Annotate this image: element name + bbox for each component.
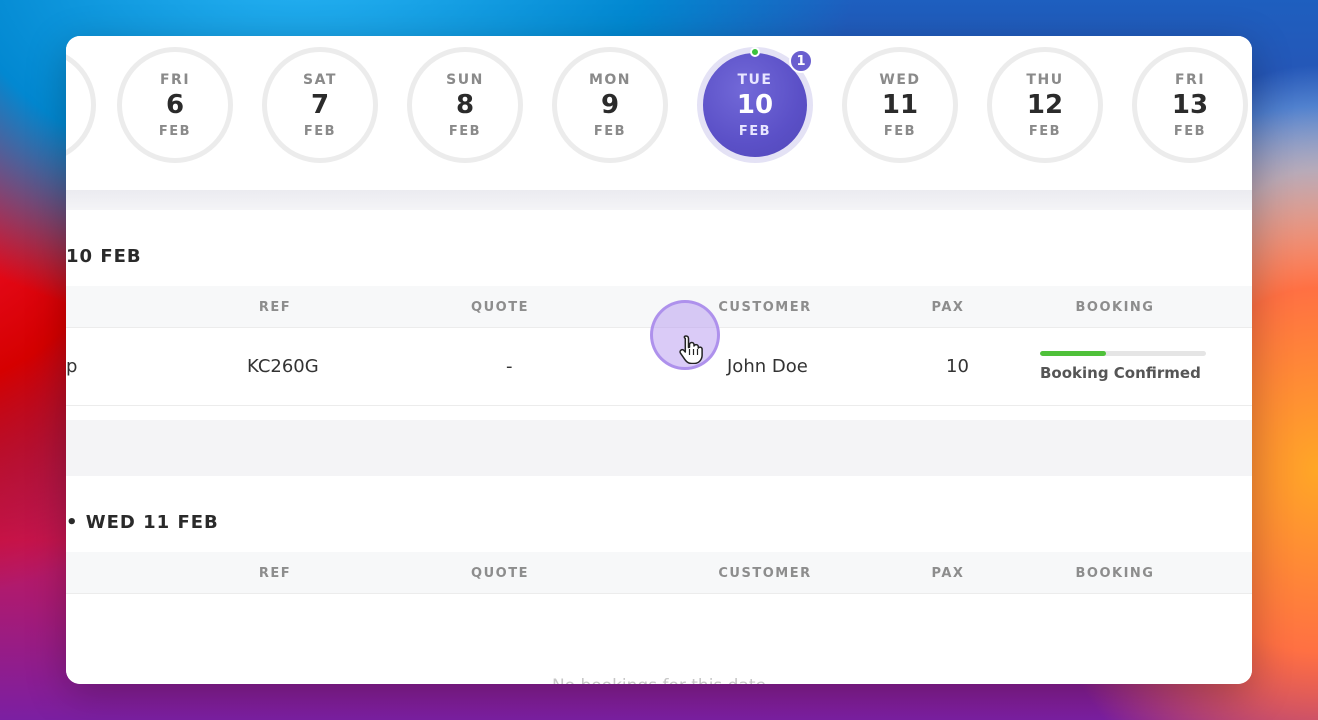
col-customer[interactable]: CUSTOMER [718, 566, 811, 581]
col-booking[interactable]: BOOKING [1076, 300, 1155, 315]
has-booking-dot [750, 47, 760, 57]
date-dow: WED [879, 71, 921, 88]
date-dow: TUE [737, 71, 773, 88]
date-sun-8[interactable]: SUN 8 FEB [407, 47, 523, 163]
date-mon-9[interactable]: MON 9 FEB [552, 47, 668, 163]
col-ref[interactable]: REF [259, 566, 291, 581]
section-title: 10 FEB [66, 246, 142, 267]
table-header: REF QUOTE CUSTOMER PAX BOOKING [66, 286, 1252, 328]
row-customer-link[interactable]: John Doe [727, 356, 808, 377]
col-quote[interactable]: QUOTE [471, 566, 529, 581]
date-strip: FRI 6 FEB SAT 7 FEB SUN 8 FEB MON 9 FEB … [66, 36, 1252, 190]
date-day: 8 [455, 89, 475, 120]
date-dow: THU [1026, 71, 1064, 88]
date-month: FEB [883, 123, 917, 139]
day-section-11-feb: • WED 11 FEB REF QUOTE CUSTOMER PAX BOOK… [66, 476, 1252, 684]
date-wed-11[interactable]: WED 11 FEB [842, 47, 958, 163]
date-tue-10-selected[interactable]: 1 TUE 10 FEB [697, 47, 813, 163]
date-fri-6[interactable]: FRI 6 FEB [117, 47, 233, 163]
date-month: FEB [448, 123, 482, 139]
table-header: REF QUOTE CUSTOMER PAX BOOKING [66, 552, 1252, 594]
row-quote: - [506, 356, 513, 377]
date-dow: MON [588, 71, 632, 88]
col-pax[interactable]: PAX [932, 300, 965, 315]
section-title: • WED 11 FEB [66, 512, 219, 533]
date-month: FEB [738, 123, 772, 139]
date-day: 10 [736, 89, 774, 120]
date-dow: FRI [159, 71, 191, 88]
date-month: FEB [303, 123, 337, 139]
booking-progress-bar [1040, 351, 1206, 356]
date-dow: FRI [1174, 71, 1206, 88]
date-prev-partial[interactable] [66, 47, 96, 163]
col-customer[interactable]: CUSTOMER [718, 300, 811, 315]
date-day: 7 [310, 89, 330, 120]
row-pax: 10 [946, 356, 969, 377]
booking-progress-fill [1040, 351, 1107, 356]
date-month: FEB [158, 123, 192, 139]
date-month: FEB [593, 123, 627, 139]
date-thu-12[interactable]: THU 12 FEB [987, 47, 1103, 163]
date-day: 13 [1171, 89, 1209, 120]
day-section-10-feb: 10 FEB REF QUOTE CUSTOMER PAX BOOKING p … [66, 210, 1252, 420]
date-sat-7[interactable]: SAT 7 FEB [262, 47, 378, 163]
empty-bookings-message: No bookings for this date [66, 676, 1252, 684]
date-day: 12 [1026, 89, 1064, 120]
date-month: FEB [1173, 123, 1207, 139]
table-row[interactable]: p KC260G - John Doe 10 Booking Confirmed [66, 328, 1252, 406]
date-day: 6 [165, 89, 185, 120]
booking-count-badge: 1 [789, 49, 813, 73]
row-ref: KC260G [247, 356, 319, 377]
col-pax[interactable]: PAX [932, 566, 965, 581]
section-gap [66, 420, 1252, 476]
row-name-fragment: p [66, 356, 78, 377]
booking-status-label: Booking Confirmed [1040, 364, 1201, 382]
date-dow: SUN [446, 71, 484, 88]
bookings-window: FRI 6 FEB SAT 7 FEB SUN 8 FEB MON 9 FEB … [66, 36, 1252, 684]
date-day: 9 [600, 89, 620, 120]
date-month: FEB [1028, 123, 1062, 139]
strip-divider [66, 190, 1252, 210]
date-fri-13[interactable]: FRI 13 FEB [1132, 47, 1248, 163]
date-day: 11 [881, 89, 919, 120]
date-dow: SAT [303, 71, 337, 88]
col-booking[interactable]: BOOKING [1076, 566, 1155, 581]
col-ref[interactable]: REF [259, 300, 291, 315]
col-quote[interactable]: QUOTE [471, 300, 529, 315]
